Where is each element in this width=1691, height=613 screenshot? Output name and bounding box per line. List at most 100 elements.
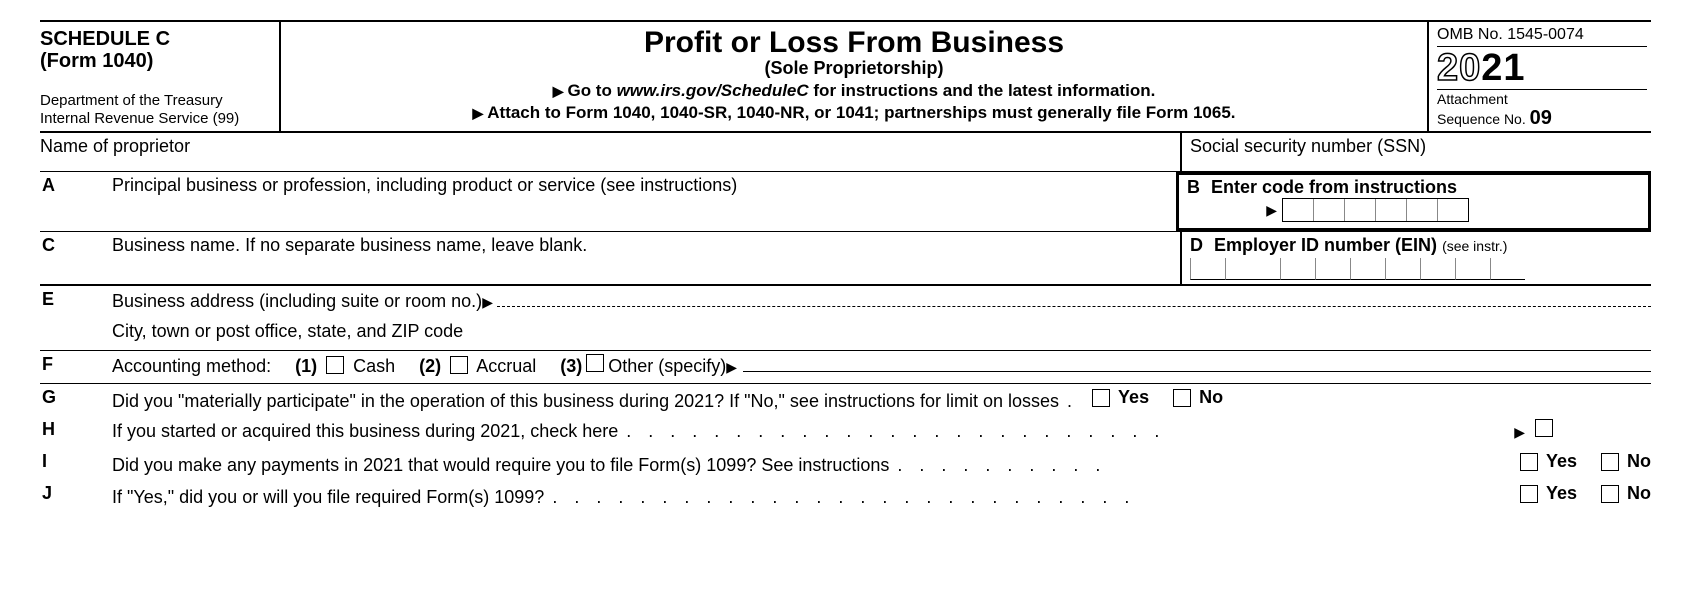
row-cd: C Business name. If no separate business… [40, 232, 1651, 286]
schedule-c-label: SCHEDULE C [40, 28, 170, 50]
ssn-label: Social security number (SSN) [1180, 133, 1651, 171]
other-label: Other (specify) [608, 356, 726, 377]
leader-dots: . . . . . . . . . . . . . . . . . . . . … [552, 487, 1506, 508]
yes-label: Yes [1118, 387, 1149, 408]
form-subtitle: (Sole Proprietorship) [287, 58, 1421, 79]
other-specify-line[interactable] [743, 355, 1651, 372]
cash-label: Cash [353, 356, 395, 376]
line-e-address-label: Business address (including suite or roo… [112, 291, 482, 312]
line-h: H If you started or acquired this busine… [40, 416, 1651, 448]
attach-line: Attach to Form 1040, 1040-SR, 1040-NR, o… [287, 103, 1421, 123]
goto-url: www.irs.gov/ScheduleC [617, 81, 809, 100]
line-d-text: Employer ID number (EIN) [1214, 235, 1442, 255]
letter-c: C [40, 235, 112, 256]
leader-dots: . . . . . . . . . . [897, 455, 1506, 476]
line-a: A Principal business or profession, incl… [40, 172, 1176, 231]
j-no-checkbox[interactable] [1601, 485, 1619, 503]
row-ab: A Principal business or profession, incl… [40, 172, 1651, 232]
line-i: I Did you make any payments in 2021 that… [40, 448, 1651, 480]
dept-block: Department of the Treasury Internal Reve… [40, 92, 275, 128]
g-yes-checkbox[interactable] [1092, 389, 1110, 407]
address-fill-line[interactable] [497, 289, 1651, 306]
letter-h: H [40, 419, 112, 440]
triangle-icon [553, 81, 568, 100]
year-prefix: 20 [1437, 47, 1481, 89]
i-yes-group: Yes [1516, 451, 1577, 472]
goto-post: for instructions and the latest informat… [809, 81, 1156, 100]
opt-cash: (1) Cash [295, 356, 395, 377]
other-checkbox[interactable] [586, 354, 604, 372]
tax-year: 2021 [1437, 47, 1647, 90]
attach-text: Attach to Form 1040, 1040-SR, 1040-NR, o… [487, 103, 1235, 122]
dept-treasury: Department of the Treasury [40, 92, 223, 109]
i-yes-checkbox[interactable] [1520, 453, 1538, 471]
line-j-text: If "Yes," did you or will you file requi… [112, 487, 544, 508]
line-e2: City, town or post office, state, and ZI… [40, 318, 1651, 351]
line-d-small: (see instr.) [1442, 238, 1507, 254]
g-yes-group: Yes [1088, 387, 1149, 408]
leader-dots: . . . . . . . . . . . . . . . . . . . . … [626, 421, 1514, 442]
attachment-seq: Attachment Sequence No. 09 [1437, 90, 1647, 129]
opt3-num: (3) [560, 356, 582, 377]
triangle-icon [1514, 421, 1525, 442]
letter-d: D [1190, 235, 1203, 255]
line-c-text: Business name. If no separate business n… [112, 235, 587, 256]
line-g: G Did you "materially participate" in th… [40, 384, 1651, 416]
line-i-text: Did you make any payments in 2021 that w… [112, 455, 889, 476]
name-proprietor-label: Name of proprietor [40, 133, 1180, 171]
form-header: SCHEDULE C (Form 1040) Department of the… [40, 22, 1651, 133]
line-e1: E Business address (including suite or r… [40, 286, 1651, 318]
letter-b: B [1187, 177, 1200, 197]
no-label: No [1199, 387, 1223, 408]
opt-other: (3) Other (specify) [560, 354, 1651, 377]
goto-pre: Go to [567, 81, 616, 100]
no-label: No [1627, 483, 1651, 504]
line-f: F Accounting method: (1) Cash (2) Accrua… [40, 351, 1651, 384]
accounting-method-label: Accounting method: [112, 356, 271, 377]
letter-a: A [40, 175, 112, 203]
opt-accrual: (2) Accrual [419, 356, 536, 377]
no-label: No [1627, 451, 1651, 472]
line-c: C Business name. If no separate business… [40, 232, 1180, 284]
g-no-checkbox[interactable] [1173, 389, 1191, 407]
form-container: SCHEDULE C (Form 1040) Department of the… [40, 20, 1651, 512]
i-no-group: No [1597, 451, 1651, 472]
triangle-icon [726, 356, 737, 377]
yes-label: Yes [1546, 483, 1577, 504]
triangle-icon [482, 291, 493, 312]
line-b-box: B Enter code from instructions [1176, 172, 1651, 231]
letter-i: I [40, 451, 112, 472]
line-j: J If "Yes," did you or will you file req… [40, 480, 1651, 512]
j-yes-checkbox[interactable] [1520, 485, 1538, 503]
cash-checkbox[interactable] [326, 356, 344, 374]
line-d-box: D Employer ID number (EIN) (see instr.) [1180, 232, 1651, 284]
h-checkbox[interactable] [1535, 419, 1553, 437]
line-a-text: Principal business or profession, includ… [112, 175, 737, 203]
ein-entry-boxes[interactable] [1190, 258, 1525, 280]
triangle-icon [1187, 199, 1277, 220]
accrual-checkbox[interactable] [450, 356, 468, 374]
goto-line: Go to www.irs.gov/ScheduleC for instruct… [287, 81, 1421, 101]
header-center: Profit or Loss From Business (Sole Propr… [281, 22, 1429, 131]
leader-dots: . [1067, 391, 1078, 412]
accrual-label: Accrual [476, 356, 536, 376]
line-h-text: If you started or acquired this business… [112, 421, 618, 442]
g-no-group: No [1169, 387, 1223, 408]
line-e-city-label: City, town or post office, state, and ZI… [112, 321, 1651, 342]
opt2-num: (2) [419, 356, 441, 376]
i-no-checkbox[interactable] [1601, 453, 1619, 471]
yes-label: Yes [1546, 451, 1577, 472]
name-ssn-row: Name of proprietor Social security numbe… [40, 133, 1651, 172]
header-left: SCHEDULE C (Form 1040) Department of the… [40, 22, 281, 131]
attachment-label: Attachment [1437, 91, 1508, 107]
triangle-icon [472, 103, 487, 122]
header-right: OMB No. 1545-0074 2021 Attachment Sequen… [1429, 22, 1651, 131]
schedule-title: SCHEDULE C (Form 1040) [40, 28, 275, 72]
form-title: Profit or Loss From Business [287, 26, 1421, 60]
letter-f: F [40, 354, 112, 375]
year-suffix: 21 [1481, 47, 1525, 89]
code-entry-boxes[interactable] [1282, 198, 1469, 222]
letter-g: G [40, 387, 112, 408]
letter-e: E [40, 289, 112, 310]
irs-label: Internal Revenue Service (99) [40, 110, 239, 127]
